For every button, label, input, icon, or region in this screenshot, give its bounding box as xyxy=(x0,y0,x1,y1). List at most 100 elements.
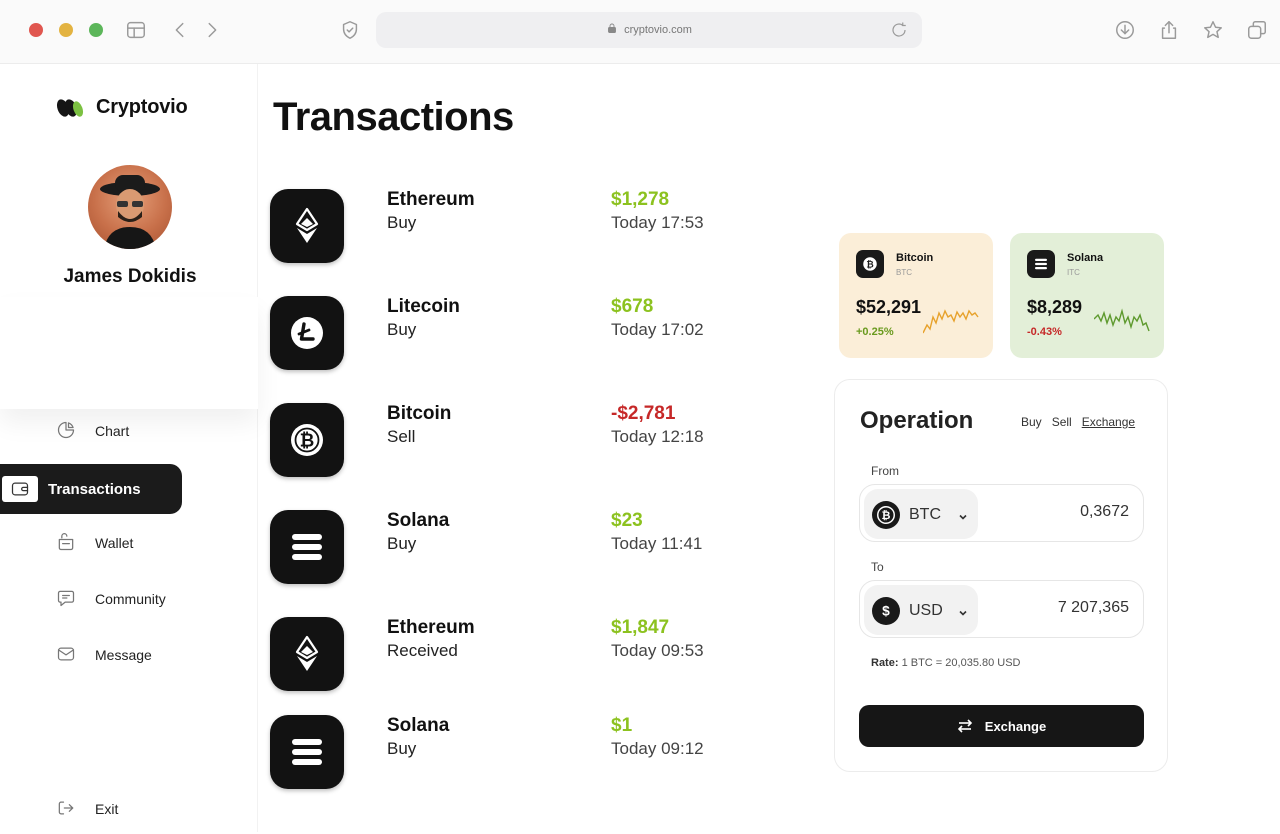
svg-text:₿: ₿ xyxy=(300,431,315,451)
chevron-down-icon xyxy=(958,605,968,616)
nav-label-community: Community xyxy=(95,591,166,607)
sparkline xyxy=(923,309,979,334)
transaction-row[interactable]: Ethereum Received $1,847 Today 09:53 xyxy=(270,617,810,693)
exchange-button[interactable]: Exchange xyxy=(859,705,1144,747)
nav-item-transactions[interactable]: Transactions xyxy=(0,464,182,514)
nav-item-message[interactable]: Message xyxy=(0,630,190,680)
tab-sell[interactable]: Sell xyxy=(1052,415,1072,429)
tabs-icon[interactable] xyxy=(1245,18,1269,42)
to-currency-select[interactable]: $ USD xyxy=(864,585,978,635)
shield-icon[interactable] xyxy=(338,18,362,42)
lock-icon xyxy=(606,21,618,39)
transaction-row[interactable]: Solana Buy $23 Today 11:41 xyxy=(270,510,810,586)
transaction-row[interactable]: Ethereum Buy $1,278 Today 17:53 xyxy=(270,189,810,265)
coin-price: $52,291 xyxy=(856,297,922,317)
close-window-button[interactable] xyxy=(29,23,43,37)
transaction-amount: $1 xyxy=(611,715,633,736)
avatar[interactable] xyxy=(88,165,172,249)
transaction-coin: Litecoin xyxy=(387,296,460,317)
app-logo[interactable]: Cryptovio xyxy=(56,96,188,119)
back-icon[interactable] xyxy=(168,18,192,42)
bitcoin-icon: ₿ xyxy=(872,501,900,529)
solana-icon xyxy=(270,715,344,789)
transaction-amount: $1,278 xyxy=(611,189,670,210)
transaction-amount: -$2,781 xyxy=(611,403,676,424)
bitcoin-icon: ₿ xyxy=(270,403,344,477)
coin-ticker: BTC xyxy=(896,268,912,277)
tab-buy[interactable]: Buy xyxy=(1021,415,1042,429)
solana-icon xyxy=(270,510,344,584)
swap-icon xyxy=(957,719,972,733)
to-label: To xyxy=(871,560,884,574)
sparkline xyxy=(1094,308,1150,332)
sidebar: Cryptovio James Dokidis Chart Transactio… xyxy=(0,64,258,832)
rate-label: Rate: xyxy=(871,657,899,669)
solana-card[interactable]: Solana ITC $8,289 -0.43% xyxy=(1010,233,1164,358)
minimize-window-button[interactable] xyxy=(59,23,73,37)
pie-chart-icon xyxy=(56,420,78,442)
nav-item-community[interactable]: Community xyxy=(0,574,190,624)
mail-icon xyxy=(56,644,78,666)
svg-text:$: $ xyxy=(882,604,890,619)
tab-exchange[interactable]: Exchange xyxy=(1082,415,1135,429)
from-currency-select[interactable]: ₿ BTC xyxy=(864,489,978,539)
transaction-amount: $1,847 xyxy=(611,617,670,638)
transaction-type: Sell xyxy=(387,427,416,446)
coin-change: +0.25% xyxy=(856,326,894,338)
nav-item-exit[interactable]: Exit xyxy=(0,784,190,834)
sidebar-toggle-icon[interactable] xyxy=(124,18,148,42)
wallet-icon xyxy=(56,532,78,554)
maximize-window-button[interactable] xyxy=(89,23,103,37)
user-name: James Dokidis xyxy=(63,266,197,287)
page-title: Transactions xyxy=(273,95,514,139)
address-bar[interactable]: cryptovio.com xyxy=(376,12,922,48)
operation-title: Operation xyxy=(860,407,974,434)
transaction-time: Today 11:41 xyxy=(611,534,703,553)
download-icon[interactable] xyxy=(1113,18,1137,42)
transaction-type: Buy xyxy=(387,320,417,339)
star-icon[interactable] xyxy=(1201,18,1225,42)
transaction-row[interactable]: Litecoin Buy $678 Today 17:02 xyxy=(270,296,810,372)
coin-change: -0.43% xyxy=(1027,326,1062,338)
ethereum-icon xyxy=(270,189,344,263)
share-icon[interactable] xyxy=(1157,18,1181,42)
transaction-row[interactable]: Solana Buy $1 Today 09:12 xyxy=(270,715,810,791)
transaction-row[interactable]: ₿ Bitcoin Sell -$2,781 Today 12:18 xyxy=(270,403,810,479)
ethereum-icon xyxy=(270,617,344,691)
litecoin-icon xyxy=(270,296,344,370)
from-amount-input[interactable] xyxy=(979,503,1129,521)
exchange-button-label: Exchange xyxy=(984,718,1047,734)
coin-price: $8,289 xyxy=(1027,297,1083,317)
url-text: cryptovio.com xyxy=(624,24,692,36)
to-field: $ USD xyxy=(859,580,1144,638)
svg-text:₿: ₿ xyxy=(882,510,891,522)
coin-name: Bitcoin xyxy=(896,252,934,264)
from-label: From xyxy=(871,464,899,478)
chevron-down-icon xyxy=(958,509,968,520)
transaction-type: Buy xyxy=(387,534,417,553)
transaction-coin: Ethereum xyxy=(387,617,475,638)
coin-name: Solana xyxy=(1067,252,1104,264)
coin-ticker: ITC xyxy=(1067,268,1080,277)
transaction-coin: Ethereum xyxy=(387,189,475,210)
transaction-time: Today 17:02 xyxy=(611,320,704,339)
browser-toolbar: cryptovio.com xyxy=(0,0,1280,64)
logo-icon xyxy=(56,97,84,119)
nav-item-chart[interactable]: Chart xyxy=(0,406,190,456)
forward-icon[interactable] xyxy=(200,18,224,42)
nav-label-wallet: Wallet xyxy=(95,535,134,551)
rate-value: 1 BTC = 20,035.80 USD xyxy=(901,657,1021,669)
transaction-coin: Solana xyxy=(387,715,450,736)
transaction-coin: Solana xyxy=(387,510,450,531)
from-currency-code: BTC xyxy=(909,506,941,523)
to-amount-input[interactable] xyxy=(979,599,1129,617)
nav-item-wallet[interactable]: Wallet xyxy=(0,518,190,568)
bitcoin-card[interactable]: ₿ Bitcoin BTC $52,291 +0.25% xyxy=(839,233,993,358)
transaction-type: Buy xyxy=(387,739,417,758)
nav-label-chart: Chart xyxy=(95,423,130,439)
exit-icon xyxy=(56,798,78,820)
transaction-type: Buy xyxy=(387,213,417,232)
operation-panel: Operation Buy Sell Exchange From ₿ BTC T… xyxy=(834,379,1168,772)
reload-icon[interactable] xyxy=(890,21,908,44)
transaction-time: Today 12:18 xyxy=(611,427,704,446)
